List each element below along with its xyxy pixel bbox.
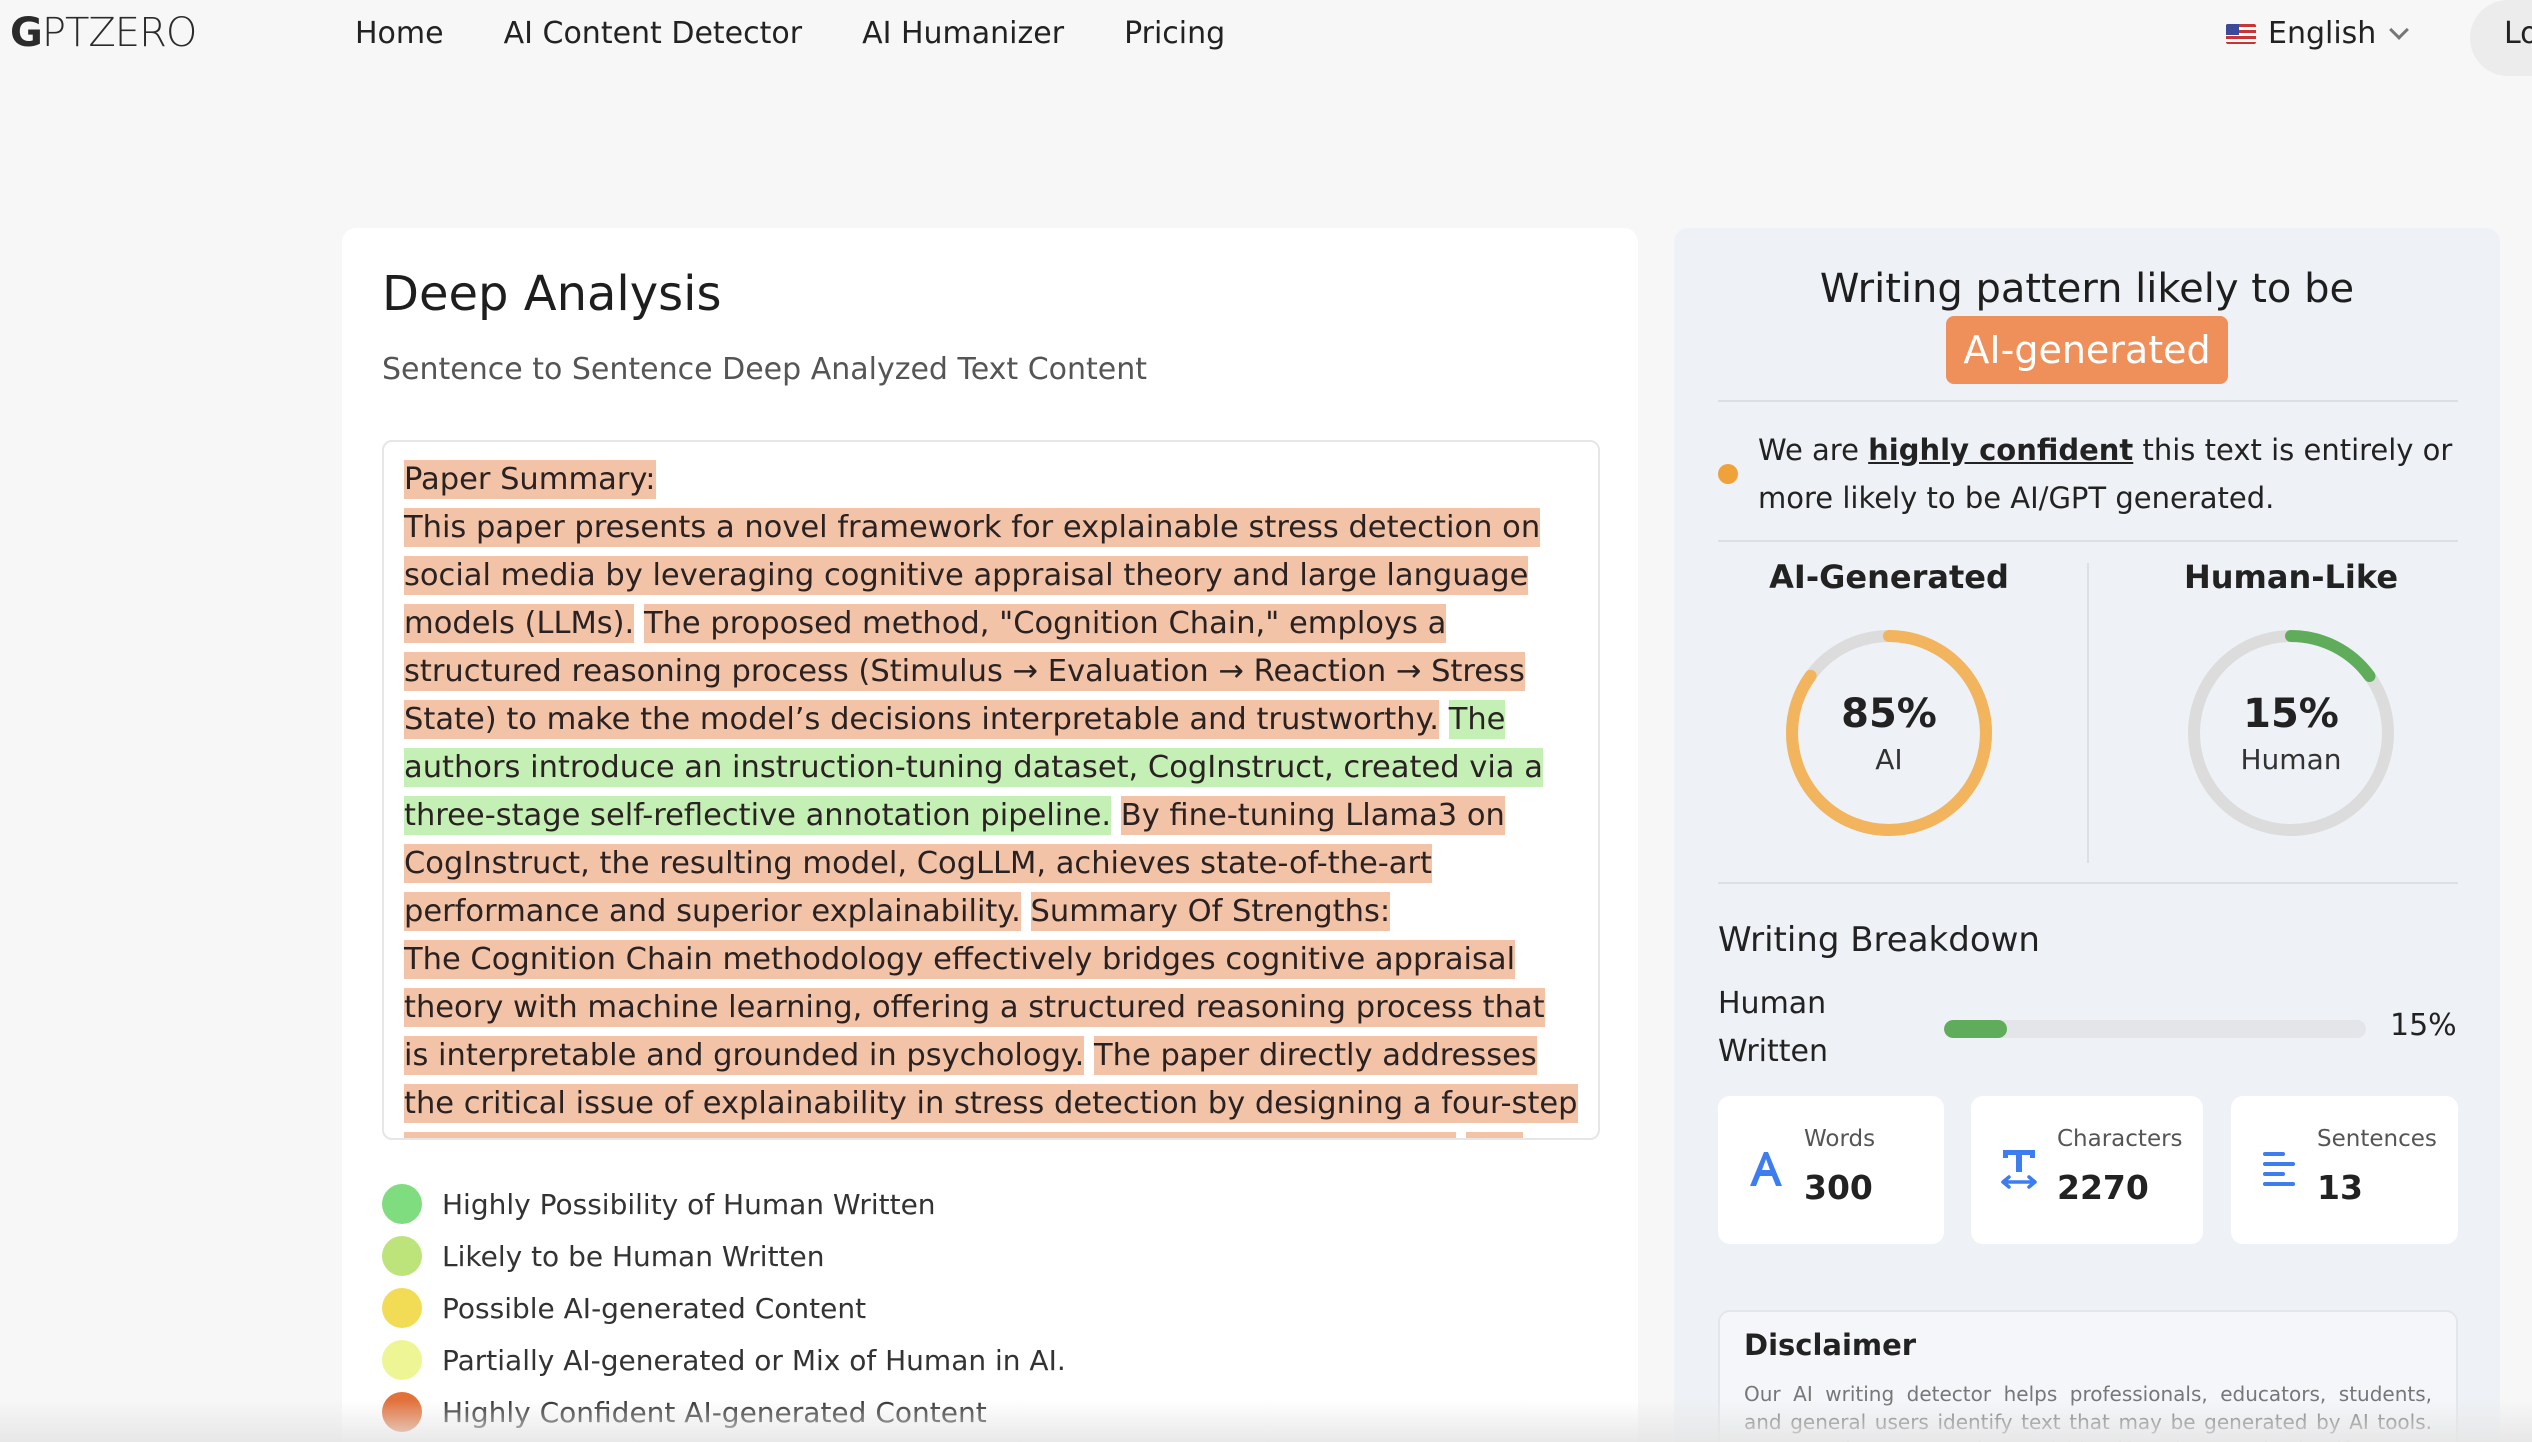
legend-label: Likely to be Human Written bbox=[442, 1239, 825, 1273]
bottom-fade bbox=[0, 1400, 2532, 1442]
human-written-bar-fill bbox=[1944, 1020, 2008, 1038]
text-width-icon bbox=[2001, 1150, 2037, 1189]
us-flag-icon bbox=[2226, 23, 2256, 44]
align-left-icon bbox=[2263, 1152, 2295, 1186]
result-card: Writing pattern likely to be AI-generate… bbox=[1674, 228, 2500, 1442]
stat-characters-label: Characters bbox=[2057, 1126, 2183, 1152]
score-separator bbox=[2087, 563, 2089, 863]
page-title: Deep Analysis bbox=[382, 266, 722, 322]
legend-item: Possible AI-generated Content bbox=[382, 1282, 1066, 1334]
stat-sentences-label: Sentences bbox=[2317, 1126, 2437, 1152]
divider bbox=[1718, 882, 2458, 884]
human-score-percent: 15% bbox=[2243, 690, 2339, 737]
legend-item: Partially AI-generated or Mix of Human i… bbox=[382, 1334, 1066, 1386]
confidence-statement: We are highly confident this text is ent… bbox=[1758, 426, 2478, 522]
human-written-percent: 15% bbox=[2390, 1008, 2457, 1043]
ai-score-sub: AI bbox=[1875, 742, 1903, 776]
highlighted-sentence: Summary Of Strengths: bbox=[1030, 892, 1391, 931]
confidence-link[interactable]: highly confident bbox=[1868, 433, 2133, 467]
legend-label: Highly Possibility of Human Written bbox=[442, 1187, 936, 1221]
gptzero-logo[interactable]: GPTZERO bbox=[10, 10, 197, 56]
legend-dot-icon bbox=[382, 1340, 422, 1380]
human-score-sub: Human bbox=[2240, 742, 2342, 776]
writing-breakdown-title: Writing Breakdown bbox=[1718, 920, 2040, 960]
verdict-badge: AI-generated bbox=[1946, 316, 2228, 384]
nav-ai-humanizer[interactable]: AI Humanizer bbox=[862, 16, 1064, 51]
stat-words-label: Words bbox=[1804, 1126, 1876, 1152]
ai-score-percent: 85% bbox=[1841, 690, 1937, 737]
legend-dot-icon bbox=[382, 1236, 422, 1276]
nav-ai-content-detector[interactable]: AI Content Detector bbox=[504, 16, 802, 51]
language-label: English bbox=[2268, 16, 2377, 51]
deep-analysis-card: Deep Analysis Sentence to Sentence Deep … bbox=[342, 228, 1638, 1442]
disclaimer-title: Disclaimer bbox=[1744, 1328, 1917, 1362]
legend-label: Partially AI-generated or Mix of Human i… bbox=[442, 1343, 1066, 1377]
legend-item: Highly Possibility of Human Written bbox=[382, 1178, 1066, 1230]
stat-sentences: Sentences 13 bbox=[2231, 1096, 2458, 1244]
font-a-icon bbox=[1750, 1152, 1782, 1186]
legend-label: Possible AI-generated Content bbox=[442, 1291, 867, 1325]
login-button[interactable]: Lo bbox=[2470, 0, 2532, 76]
stat-words: Words 300 bbox=[1718, 1096, 1944, 1244]
confidence-prefix: We are bbox=[1758, 433, 1869, 467]
language-selector[interactable]: English bbox=[2226, 16, 2410, 51]
stat-sentences-value: 13 bbox=[2317, 1168, 2363, 1207]
nav-links: Home AI Content Detector AI Humanizer Pr… bbox=[355, 16, 1225, 51]
stat-characters-value: 2270 bbox=[2057, 1168, 2149, 1207]
stat-characters: Characters 2270 bbox=[1971, 1096, 2203, 1244]
analyzed-text-box[interactable]: Paper Summary: This paper presents a nove… bbox=[382, 440, 1600, 1140]
top-navigation: GPTZERO Home AI Content Detector AI Huma… bbox=[0, 0, 2532, 80]
legend-dot-icon bbox=[382, 1184, 422, 1224]
page-subtitle: Sentence to Sentence Deep Analyzed Text … bbox=[382, 352, 1148, 387]
human-score-text: 15% Human bbox=[2186, 628, 2396, 838]
human-written-label: Human Written bbox=[1718, 986, 1828, 1069]
nav-home[interactable]: Home bbox=[355, 16, 444, 51]
verdict-title: Writing pattern likely to be bbox=[1819, 266, 2355, 312]
ai-score: AI-Generated 85% AI bbox=[1704, 558, 2074, 836]
highlighted-sentence: The bbox=[1466, 1132, 1523, 1138]
divider bbox=[1718, 540, 2458, 542]
human-written-bar bbox=[1944, 1020, 2366, 1038]
stat-words-value: 300 bbox=[1804, 1168, 1873, 1207]
confidence-dot-icon bbox=[1718, 464, 1738, 484]
chevron-down-icon bbox=[2389, 19, 2410, 40]
legend-dot-icon bbox=[382, 1288, 422, 1328]
ai-score-text: 85% AI bbox=[1784, 628, 1994, 838]
highlighted-sentence: Paper Summary: bbox=[404, 460, 656, 499]
legend-item: Likely to be Human Written bbox=[382, 1230, 1066, 1282]
ai-score-label: AI-Generated bbox=[1769, 558, 2009, 596]
nav-pricing[interactable]: Pricing bbox=[1124, 16, 1225, 51]
divider bbox=[1718, 400, 2458, 402]
human-score-label: Human-Like bbox=[2183, 558, 2399, 596]
human-score: Human-Like 15% Human bbox=[2106, 558, 2476, 836]
highlight-legend: Highly Possibility of Human Written Likel… bbox=[382, 1178, 1066, 1438]
